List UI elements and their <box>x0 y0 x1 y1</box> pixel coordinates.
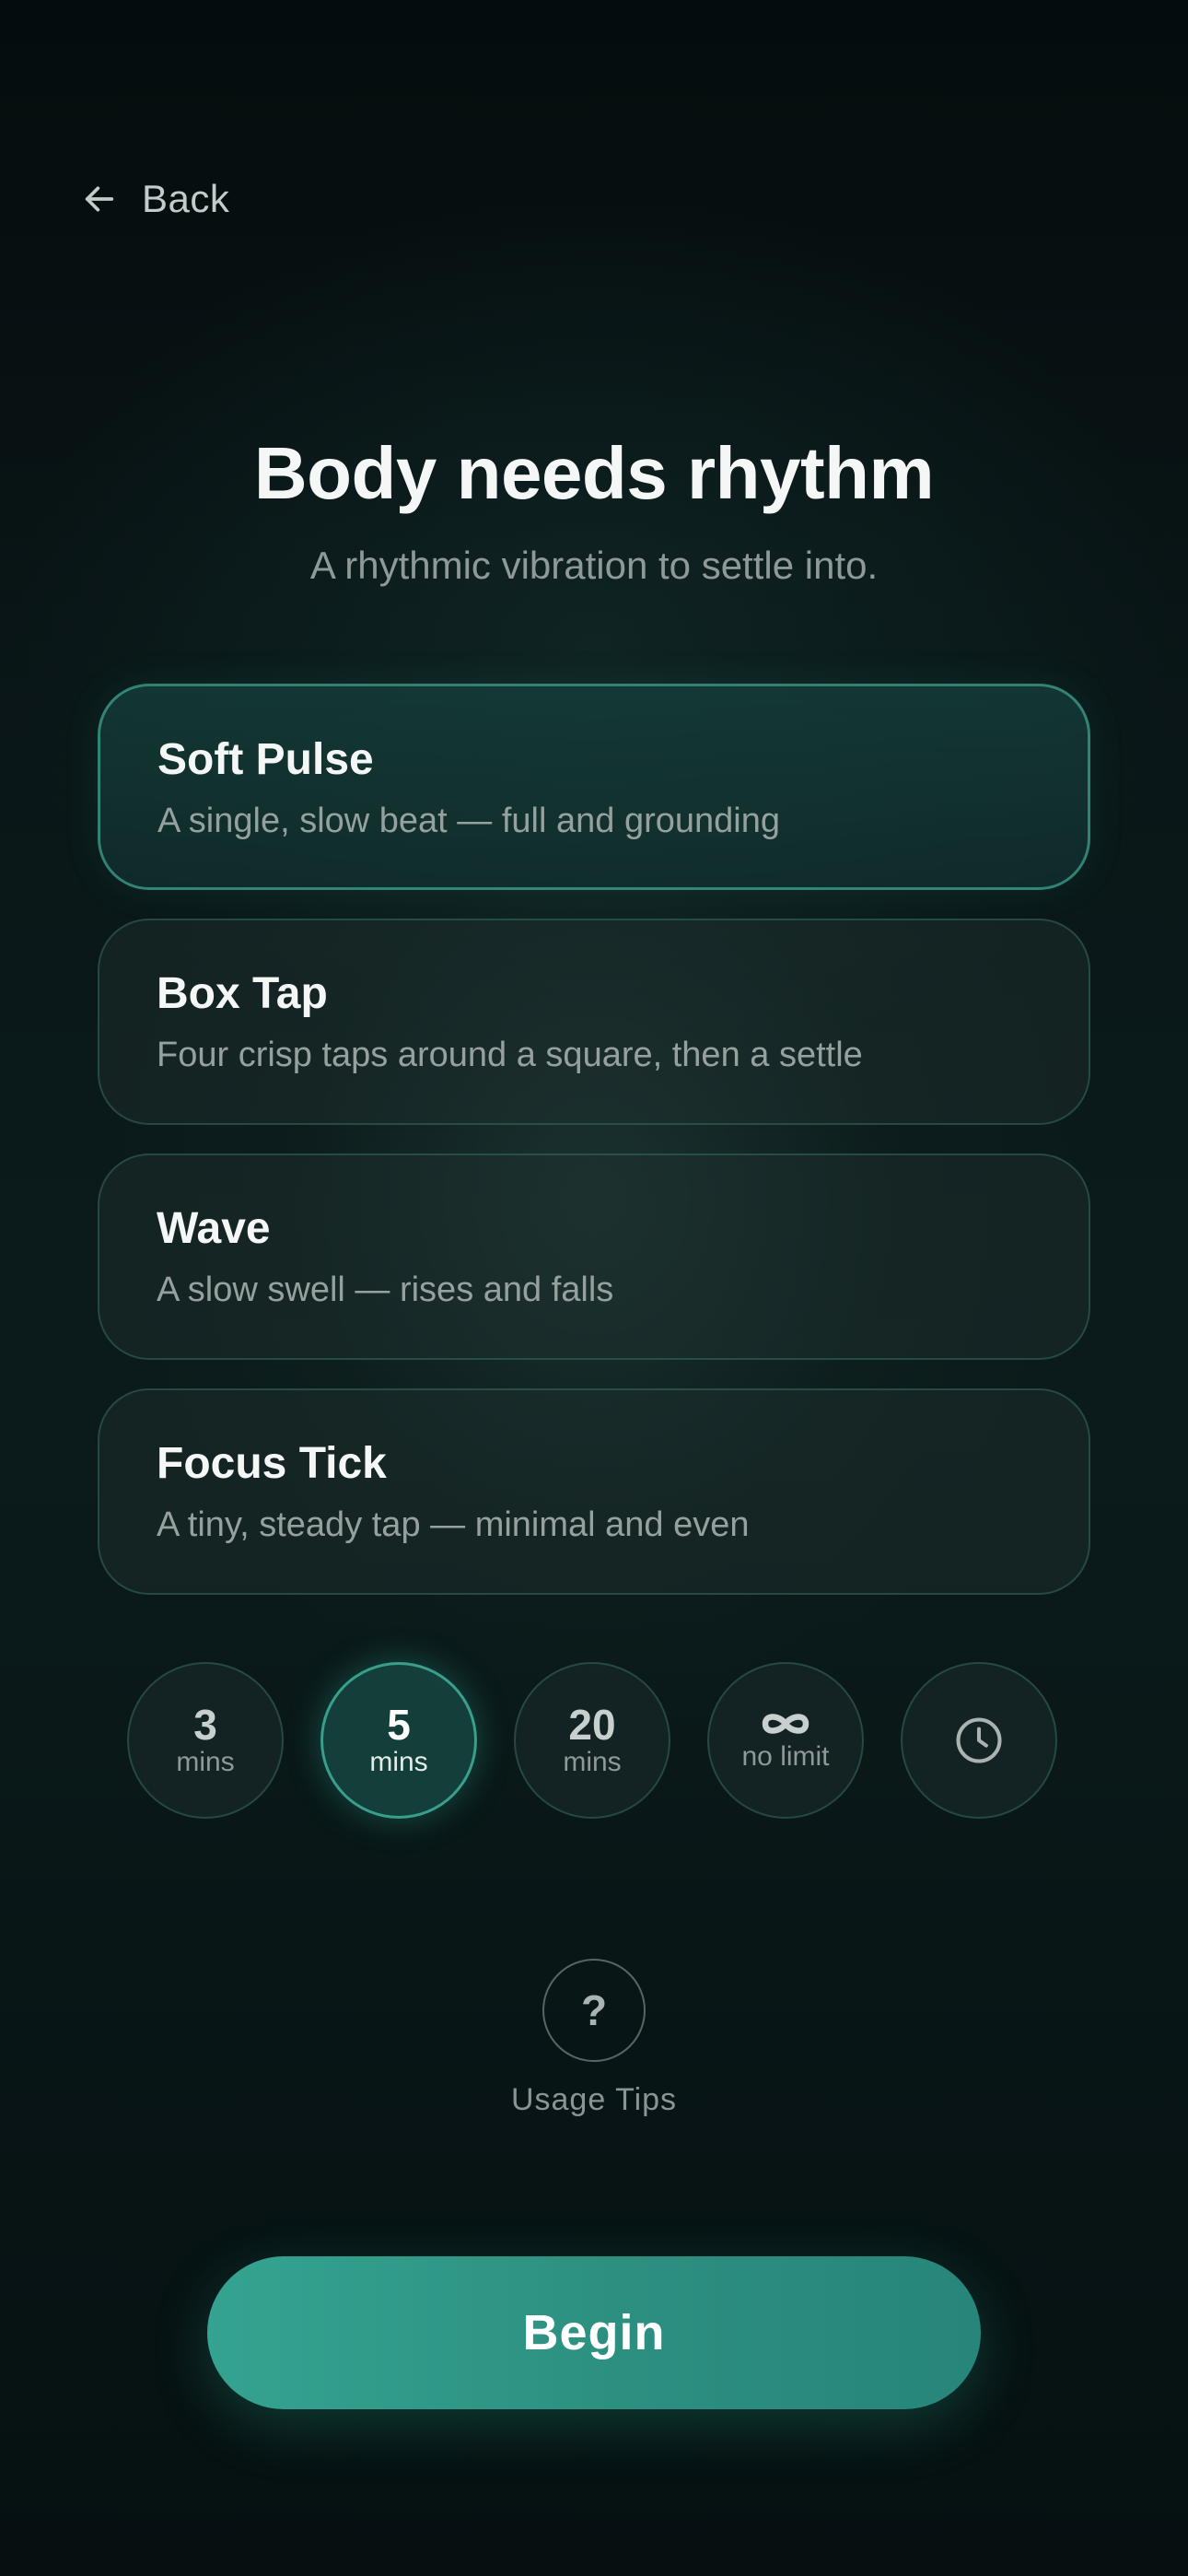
back-label: Back <box>142 177 230 220</box>
pattern-name: Soft Pulse <box>157 735 374 784</box>
duration-value: 20 <box>568 1701 616 1749</box>
pattern-card-box-tap[interactable]: Box Tap Four crisp taps around a square,… <box>98 919 1090 1125</box>
duration-option-3-mins[interactable]: 3 mins <box>127 1662 284 1819</box>
back-button[interactable]: Back <box>81 171 229 227</box>
begin-button[interactable]: Begin <box>207 2256 981 2409</box>
duration-option-20-mins[interactable]: 20 mins <box>514 1662 670 1819</box>
pattern-name: Wave <box>157 1204 271 1253</box>
duration-unit: mins <box>563 1747 622 1777</box>
usage-tips-label: Usage Tips <box>510 2082 678 2117</box>
pattern-card-wave[interactable]: Wave A slow swell — rises and falls <box>98 1153 1090 1360</box>
pattern-card-focus-tick[interactable]: Focus Tick A tiny, steady tap — minimal … <box>98 1388 1090 1595</box>
duration-option-custom[interactable] <box>901 1662 1057 1819</box>
pattern-description: Four crisp taps around a square, then a … <box>157 1036 863 1074</box>
duration-unit: mins <box>369 1747 428 1777</box>
duration-value: 3 <box>193 1701 217 1749</box>
page-subtitle: A rhythmic vibration to settle into. <box>309 544 879 587</box>
page-title: Body needs rhythm <box>253 432 935 514</box>
infinity-icon <box>762 1714 809 1734</box>
pattern-list: Soft Pulse A single, slow beat — full an… <box>98 684 1090 1623</box>
duration-option-5-mins[interactable]: 5 mins <box>320 1662 477 1819</box>
pattern-description: A slow swell — rises and falls <box>157 1270 614 1309</box>
clock-icon <box>956 1717 1002 1763</box>
duration-unit: no limit <box>741 1741 830 1772</box>
pattern-name: Focus Tick <box>157 1439 387 1488</box>
pattern-description: A single, slow beat — full and grounding <box>157 802 780 840</box>
duration-value: 5 <box>387 1701 411 1749</box>
arrow-left-icon <box>85 186 114 212</box>
usage-tips: ? Usage Tips <box>0 1959 1188 2118</box>
question-mark-icon: ? <box>580 1986 608 2034</box>
pattern-card-soft-pulse[interactable]: Soft Pulse A single, slow beat — full an… <box>98 684 1090 890</box>
pattern-description: A tiny, steady tap — minimal and even <box>157 1505 750 1544</box>
duration-unit: mins <box>176 1747 235 1777</box>
pattern-name: Box Tap <box>157 969 328 1018</box>
duration-option-no-limit[interactable]: no limit <box>707 1662 864 1819</box>
usage-tips-button[interactable]: ? <box>542 1959 646 2062</box>
duration-picker: 3 mins 5 mins 20 mins no limit <box>127 1662 1061 1821</box>
